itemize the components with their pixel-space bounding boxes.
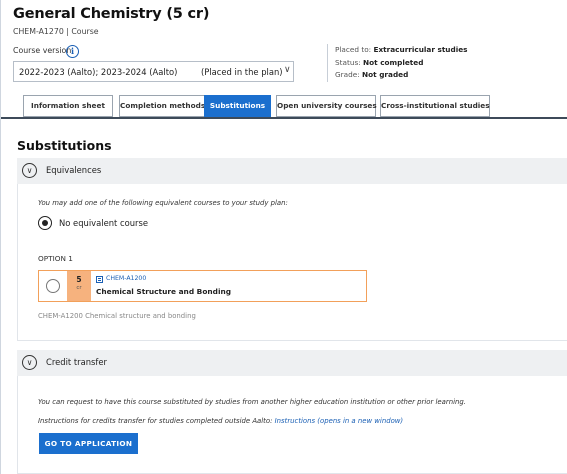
- instructions-prefix: Instructions for credits transfer for st…: [38, 417, 273, 425]
- chevron-down-icon: ∨: [284, 65, 291, 75]
- no-equivalent-radio[interactable]: [38, 216, 52, 230]
- equivalences-accordion-header[interactable]: ∨ Equivalences: [17, 158, 567, 184]
- option-footnote: CHEM-A1200 Chemical structure and bondin…: [38, 312, 196, 320]
- credit-transfer-heading: Credit transfer: [46, 357, 107, 367]
- tab-underline: [1, 117, 567, 119]
- credits-value: 5: [76, 275, 82, 284]
- option-label: OPTION 1: [38, 254, 73, 263]
- grade-value: Not graded: [362, 70, 409, 80]
- tab-substitutions[interactable]: Substitutions: [204, 95, 271, 117]
- credit-transfer-body: [17, 376, 567, 474]
- option-radio[interactable]: [46, 279, 60, 293]
- info-icon[interactable]: i: [66, 45, 79, 58]
- option-course-name: Chemical Structure and Bonding: [96, 287, 232, 296]
- credits-unit: cr: [76, 285, 82, 291]
- course-icon: [96, 276, 103, 283]
- credits-badge: 5 cr: [67, 271, 91, 301]
- instructions-link[interactable]: Instructions (opens in a new window): [275, 417, 403, 425]
- course-version-label: Course version: [13, 46, 72, 55]
- tab-information-sheet[interactable]: Information sheet: [23, 95, 113, 117]
- credit-transfer-instructions: Instructions for credits transfer for st…: [38, 417, 403, 425]
- equivalences-hint: You may add one of the following equival…: [38, 199, 288, 207]
- tab-open-university-courses[interactable]: Open university courses: [276, 95, 377, 117]
- option-course-code[interactable]: CHEM-A1200: [106, 275, 146, 282]
- credit-transfer-text: You can request to have this course subs…: [38, 398, 466, 406]
- placed-to-row: Placed to: Extracurricular studies: [335, 45, 468, 54]
- placed-in-plan-annotation: (Placed in the plan): [201, 66, 283, 77]
- chevron-down-icon[interactable]: ∨: [22, 163, 37, 178]
- placed-to-value: Extracurricular studies: [373, 45, 468, 54]
- go-to-application-button[interactable]: GO TO APPLICATION: [39, 433, 138, 454]
- course-version-value: 2022-2023 (Aalto); 2023-2024 (Aalto): [19, 66, 178, 77]
- chevron-down-icon[interactable]: ∨: [22, 355, 37, 370]
- page-title: General Chemistry (5 cr): [13, 6, 210, 22]
- status-value: Not completed: [363, 57, 424, 67]
- section-title: Substitutions: [17, 138, 112, 153]
- status-panel: Placed to: Extracurricular studies Statu…: [327, 44, 468, 82]
- equivalent-course-option[interactable]: 5 cr CHEM-A1200 Chemical Structure and B…: [38, 270, 367, 302]
- tab-cross-institutional-studies[interactable]: Cross-institutional studies: [380, 95, 490, 117]
- credit-transfer-accordion-header[interactable]: ∨ Credit transfer: [17, 350, 567, 376]
- tab-completion-methods[interactable]: Completion methods: [119, 95, 206, 117]
- page: General Chemistry (5 cr) CHEM-A1270 | Co…: [0, 0, 567, 474]
- course-version-select[interactable]: 2022-2023 (Aalto); 2023-2024 (Aalto) (Pl…: [13, 61, 294, 82]
- course-code-line: CHEM-A1270 | Course: [13, 27, 99, 36]
- no-equivalent-label: No equivalent course: [59, 218, 148, 228]
- equivalences-heading: Equivalences: [46, 165, 102, 175]
- status-row: Status: Not completed: [335, 57, 424, 67]
- grade-row: Grade: Not graded: [335, 70, 409, 80]
